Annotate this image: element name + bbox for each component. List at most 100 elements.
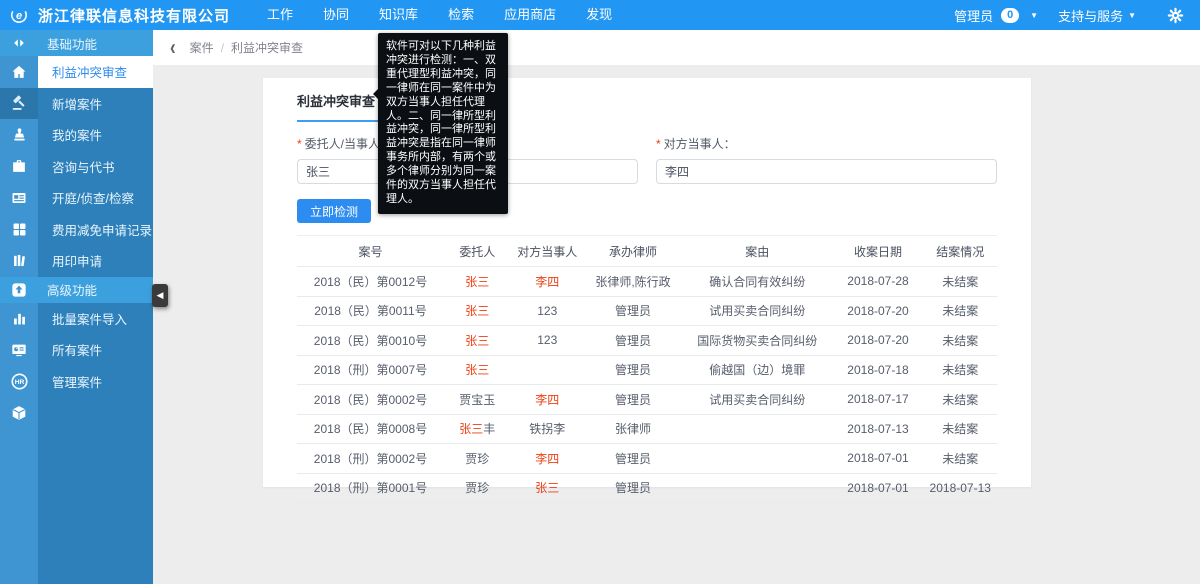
sidebar-label[interactable]: 批量案件导入 — [38, 303, 153, 335]
sidebar-module-icon-cell[interactable] — [0, 30, 38, 56]
conflict-help-tooltip: 软件可对以下几种利益冲突进行检测：一、双重代理型利益冲突，同一律师在同一案件中为… — [378, 33, 508, 214]
cell-4-0: 2018（民）第0002号 — [297, 385, 444, 415]
sidebar-module-icon-cell[interactable] — [0, 277, 38, 303]
cell-0-2: 李四 — [511, 267, 585, 297]
settings-button[interactable] — [1160, 0, 1190, 30]
table-row-4[interactable]: 2018（民）第0002号贾宝玉李四管理员试用买卖合同纠纷2018-07-17未… — [297, 385, 997, 415]
cell-5-3: 张律师 — [584, 414, 682, 444]
cell-1-6: 未结案 — [924, 296, 998, 326]
cell-7-1: 贾珍 — [444, 473, 511, 503]
home-icon — [10, 63, 28, 81]
sidebar-module-icon-cell[interactable] — [0, 151, 38, 183]
table-row-1[interactable]: 2018（民）第0011号张三123管理员试用买卖合同纠纷2018-07-20未… — [297, 296, 997, 326]
sidebar-label[interactable]: 管理案件 — [38, 366, 153, 398]
sidebar-module-icon-cell[interactable]: HR — [0, 366, 38, 398]
col-header-4: 案由 — [682, 236, 833, 267]
nav-menu-item-3[interactable]: 检索 — [433, 0, 489, 30]
sidebar-module-icon-cell[interactable] — [0, 182, 38, 214]
sidebar-label[interactable]: 所有案件 — [38, 334, 153, 366]
sidebar-module-icon-cell[interactable] — [0, 245, 38, 277]
sidebar-label — [38, 397, 153, 584]
user-menu[interactable]: 管理员 0 ▼ — [944, 0, 1048, 30]
sidebar-collapse-tab[interactable]: ◀ — [152, 284, 168, 307]
cell-0-4: 确认合同有效纠纷 — [682, 267, 833, 297]
nav-menu-item-4[interactable]: 应用商店 — [489, 0, 571, 30]
cell-2-5: 2018-07-20 — [833, 326, 924, 356]
nav-menu-item-0[interactable]: 工作 — [252, 0, 308, 30]
cell-7-5: 2018-07-01 — [833, 473, 924, 503]
gear-icon — [1167, 7, 1184, 24]
sidebar-item-2: 新增案件 — [0, 88, 153, 120]
conflict-result-table: 案号委托人对方当事人承办律师案由收案日期结案情况 2018（民）第0012号张三… — [297, 235, 997, 503]
required-mark: * — [297, 137, 302, 151]
cell-4-6: 未结案 — [924, 385, 998, 415]
sidebar-module-icon-cell[interactable] — [0, 214, 38, 246]
hr-badge-icon: HR — [10, 372, 29, 391]
sidebar-module-icon-cell[interactable] — [0, 119, 38, 151]
opponent-input[interactable] — [656, 159, 997, 184]
sidebar-module-icon-cell[interactable] — [0, 303, 38, 335]
sidebar-item-11: HR 管理案件 — [0, 366, 153, 398]
table-row-3[interactable]: 2018（刑）第0007号张三管理员偷越国（边）境罪2018-07-18未结案 — [297, 355, 997, 385]
table-row-5[interactable]: 2018（民）第0008号张三丰铁拐李张律师2018-07-13未结案 — [297, 414, 997, 444]
cell-6-6: 未结案 — [924, 444, 998, 474]
sidebar-label[interactable]: 高级功能 — [38, 277, 153, 303]
sidebar-module-icon-cell[interactable] — [0, 56, 38, 88]
support-label: 支持与服务 — [1058, 6, 1123, 25]
sidebar-label[interactable]: 我的案件 — [38, 119, 153, 151]
presentation-icon — [10, 341, 28, 359]
sidebar-label[interactable]: 开庭/侦查/检察 — [38, 182, 153, 214]
cell-2-1: 张三 — [444, 326, 511, 356]
gavel-icon — [10, 94, 28, 112]
main-menu: 工作协同知识库检索应用商店发现 — [252, 0, 627, 30]
nav-menu-item-5[interactable]: 发现 — [571, 0, 627, 30]
sidebar-label[interactable]: 费用减免申请记录 — [38, 214, 153, 246]
cell-2-4: 国际货物买卖合同纠纷 — [682, 326, 833, 356]
cell-7-3: 管理员 — [584, 473, 682, 503]
cell-5-6: 未结案 — [924, 414, 998, 444]
logo-icon: e — [4, 0, 34, 30]
cell-3-0: 2018（刑）第0007号 — [297, 355, 444, 385]
cell-0-0: 2018（民）第0012号 — [297, 267, 444, 297]
sidebar-module-icon-cell[interactable] — [0, 88, 38, 120]
sidebar-label[interactable]: 基础功能 — [38, 30, 153, 56]
table-row-6[interactable]: 2018（刑）第0002号贾珍李四管理员2018-07-01未结案 — [297, 444, 997, 474]
cell-7-4 — [682, 473, 833, 503]
cell-4-1: 贾宝玉 — [444, 385, 511, 415]
page-title: 利益冲突审查 — [297, 94, 375, 109]
sidebar-label[interactable]: 咨询与代书 — [38, 151, 153, 183]
breadcrumb-separator: / — [221, 41, 224, 55]
cell-0-6: 未结案 — [924, 267, 998, 297]
navbar-right: 管理员 0 ▼ 支持与服务 ▼ — [944, 0, 1190, 30]
back-chevron-icon[interactable]: ‹ — [170, 36, 176, 58]
col-header-6: 结案情况 — [924, 236, 998, 267]
table-row-0[interactable]: 2018（民）第0012号张三李四张律师,陈行政确认合同有效纠纷2018-07-… — [297, 267, 997, 297]
cell-3-4: 偷越国（边）境罪 — [682, 355, 833, 385]
support-menu[interactable]: 支持与服务 ▼ — [1048, 0, 1146, 30]
cell-3-2 — [511, 355, 585, 385]
table-row-7[interactable]: 2018（刑）第0001号贾珍张三管理员2018-07-012018-07-13 — [297, 473, 997, 503]
sidebar-module-icon-cell[interactable] — [0, 397, 38, 584]
check-now-button[interactable]: 立即检测 — [297, 199, 371, 223]
opponent-field-group: *对方当事人： — [656, 135, 997, 184]
grid-icon — [11, 221, 28, 238]
stamp-icon — [11, 126, 28, 143]
sidebar-label[interactable]: 新增案件 — [38, 88, 153, 120]
nav-menu-item-1[interactable]: 协同 — [308, 0, 364, 30]
cell-6-5: 2018-07-01 — [833, 444, 924, 474]
cell-1-5: 2018-07-20 — [833, 296, 924, 326]
cell-6-0: 2018（刑）第0002号 — [297, 444, 444, 474]
nav-menu-item-2[interactable]: 知识库 — [364, 0, 433, 30]
sidebar-label[interactable]: 用印申请 — [38, 245, 153, 277]
sidebar-module-icon-cell[interactable] — [0, 334, 38, 366]
breadcrumb-bar: ‹ 案件 / 利益冲突审查 — [153, 30, 1200, 65]
svg-text:e: e — [16, 10, 22, 22]
id-card-icon — [10, 189, 28, 207]
sidebar-item-10: 所有案件 — [0, 334, 153, 366]
table-row-2[interactable]: 2018（民）第0010号张三123管理员国际货物买卖合同纠纷2018-07-2… — [297, 326, 997, 356]
app-root: e 浙江律联信息科技有限公司 工作协同知识库检索应用商店发现 管理员 0 ▼ 支… — [0, 0, 1200, 584]
sidebar-label[interactable]: 利益冲突审查 — [38, 56, 153, 88]
breadcrumb-parent[interactable]: 案件 — [190, 39, 214, 56]
upload-box-icon — [10, 281, 28, 299]
briefcase-icon — [10, 157, 28, 175]
